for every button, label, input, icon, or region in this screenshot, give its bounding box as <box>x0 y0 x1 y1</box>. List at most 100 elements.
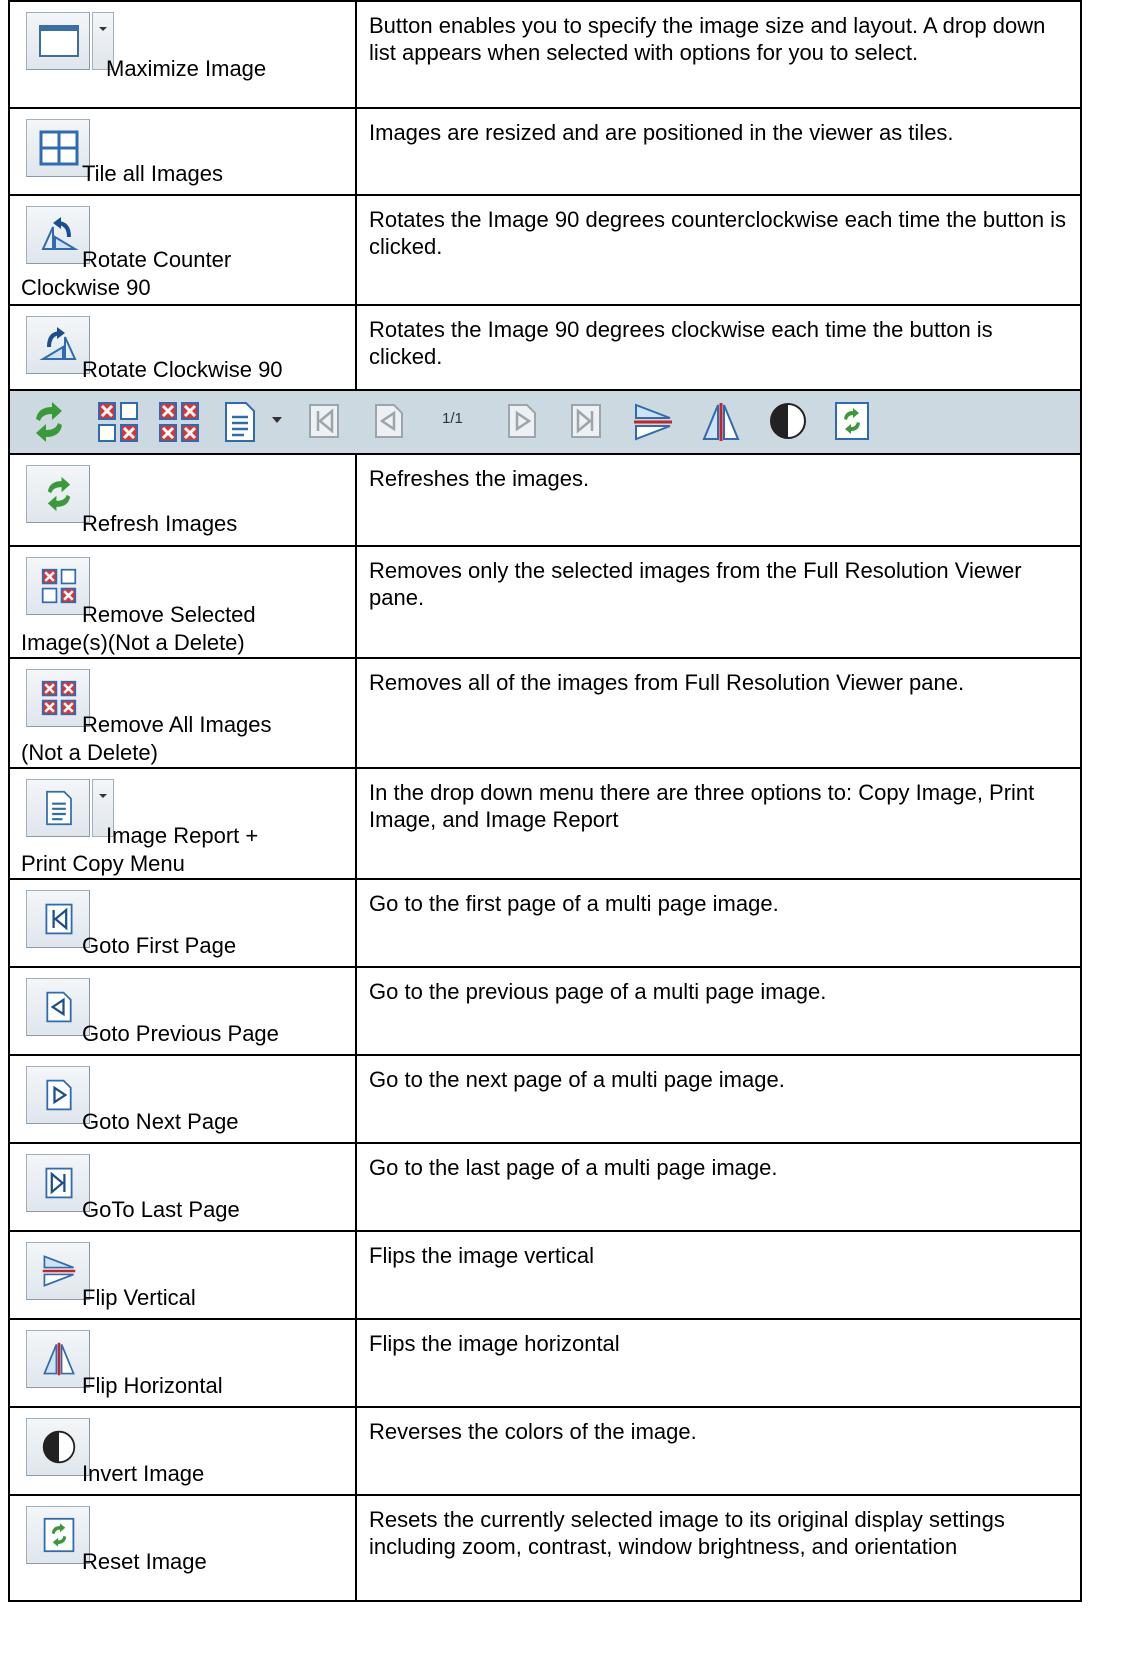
first-page-icon[interactable] <box>308 401 340 441</box>
toolbar: 1/1 <box>10 391 1080 455</box>
maximize-icon <box>26 12 90 70</box>
label-cell: Goto Previous Page <box>10 968 357 1054</box>
row-description: Flips the image horizontal <box>369 1331 620 1356</box>
row-description: Go to the previous page of a multi page … <box>369 979 827 1004</box>
rotate-ccw-icon <box>26 206 90 264</box>
remove-all-icon[interactable] <box>158 401 200 443</box>
row-description: Flips the image vertical <box>369 1243 594 1268</box>
row-label-line2: Print Copy Menu <box>21 851 185 876</box>
row-label: Goto First Page <box>82 933 237 958</box>
page-indicator: 1/1 <box>442 410 463 427</box>
row-description: Resets the currently selected image to i… <box>369 1507 1005 1559</box>
table-row-remove-all: Remove All Images (Not a Delete) Removes… <box>10 659 1080 769</box>
row-description: Rotates the Image 90 degrees countercloc… <box>369 207 1067 259</box>
row-label: Reset Image <box>82 1549 207 1574</box>
row-label: Flip Horizontal <box>82 1373 223 1398</box>
last-page-icon[interactable] <box>570 401 602 441</box>
label-cell: Remove Selected Image(s)(Not a Delete) <box>10 547 357 657</box>
row-label: GoTo Last Page <box>82 1197 240 1222</box>
label-cell: Tile all Images <box>10 109 357 194</box>
row-description: Go to the last page of a multi page imag… <box>369 1155 778 1180</box>
label-cell: Goto First Page <box>10 880 357 966</box>
label-cell: Flip Horizontal <box>10 1320 357 1406</box>
row-label: Remove Selected <box>82 602 256 627</box>
refresh-icon[interactable] <box>28 401 70 443</box>
flip-horizontal-icon <box>26 1330 90 1388</box>
row-description: Images are resized and are positioned in… <box>369 120 954 145</box>
row-label-line2: (Not a Delete) <box>21 740 158 765</box>
row-label: Image Report + <box>106 823 259 848</box>
rotate-cw-icon <box>26 316 90 374</box>
next-page-icon <box>26 1066 90 1124</box>
row-label: Invert Image <box>82 1461 205 1486</box>
help-table: Maximize Image Button enables you to spe… <box>8 0 1082 1602</box>
row-label: Rotate Counter <box>82 247 232 272</box>
row-description: Go to the next page of a multi page imag… <box>369 1067 785 1092</box>
first-page-icon <box>26 890 90 948</box>
previous-page-icon <box>26 978 90 1036</box>
row-label: Goto Previous Page <box>82 1021 279 1046</box>
flip-vertical-icon[interactable] <box>632 401 674 443</box>
label-cell: Refresh Images <box>10 455 357 545</box>
row-label: Remove All Images <box>82 712 272 737</box>
row-label: Rotate Clockwise 90 <box>82 357 283 382</box>
label-cell: Remove All Images (Not a Delete) <box>10 659 357 767</box>
refresh-icon <box>26 465 90 523</box>
table-row-next-page: Goto Next Page Go to the next page of a … <box>10 1056 1080 1144</box>
table-row-refresh: Refresh Images Refreshes the images. <box>10 455 1080 547</box>
row-label: Maximize Image <box>106 56 267 81</box>
row-description: Go to the first page of a multi page ima… <box>369 891 779 916</box>
label-cell: Maximize Image <box>10 2 357 107</box>
table-row-reset: Reset Image Resets the currently selecte… <box>10 1496 1080 1602</box>
last-page-icon <box>26 1154 90 1212</box>
remove-selected-icon[interactable] <box>97 401 139 443</box>
reset-icon[interactable] <box>834 401 870 441</box>
table-row-image-report: Image Report + Print Copy Menu In the dr… <box>10 769 1080 880</box>
table-row-first-page: Goto First Page Go to the first page of … <box>10 880 1080 968</box>
table-row-remove-selected: Remove Selected Image(s)(Not a Delete) R… <box>10 547 1080 659</box>
invert-icon <box>26 1418 90 1476</box>
label-cell: Invert Image <box>10 1408 357 1494</box>
row-description: Refreshes the images. <box>369 466 590 491</box>
label-cell: Image Report + Print Copy Menu <box>10 769 357 878</box>
row-label-line2: Clockwise 90 <box>21 275 151 300</box>
row-description: Reverses the colors of the image. <box>369 1419 697 1444</box>
table-row-last-page: GoTo Last Page Go to the last page of a … <box>10 1144 1080 1232</box>
row-label: Refresh Images <box>82 511 238 536</box>
row-description: Rotates the Image 90 degrees clockwise e… <box>369 317 993 369</box>
report-icon <box>26 779 90 837</box>
row-description: Button enables you to specify the image … <box>369 13 1046 65</box>
label-cell: Flip Vertical <box>10 1232 357 1318</box>
next-page-icon[interactable] <box>507 401 537 441</box>
report-icon[interactable] <box>222 401 258 443</box>
dropdown-arrow-icon[interactable] <box>272 417 282 425</box>
table-row-maximize: Maximize Image Button enables you to spe… <box>10 0 1080 109</box>
label-cell: Reset Image <box>10 1496 357 1600</box>
tile-icon <box>26 119 90 177</box>
label-cell: Goto Next Page <box>10 1056 357 1142</box>
table-row-flip-vertical: Flip Vertical Flips the image vertical <box>10 1232 1080 1320</box>
label-cell: GoTo Last Page <box>10 1144 357 1230</box>
table-row-tile: Tile all Images Images are resized and a… <box>10 109 1080 196</box>
row-description: Removes all of the images from Full Reso… <box>369 670 965 695</box>
label-cell: Rotate Clockwise 90 <box>10 306 357 389</box>
label-cell: Rotate Counter Clockwise 90 <box>10 196 357 304</box>
row-description: Removes only the selected images from th… <box>369 558 1022 610</box>
row-label: Goto Next Page <box>82 1109 239 1134</box>
remove-all-icon <box>26 669 90 727</box>
row-label: Tile all Images <box>82 161 224 186</box>
flip-vertical-icon <box>26 1242 90 1300</box>
table-row-rotate-cw: Rotate Clockwise 90 Rotates the Image 90… <box>10 306 1080 391</box>
previous-page-icon[interactable] <box>374 401 404 441</box>
row-label-line2: Image(s)(Not a Delete) <box>21 630 245 655</box>
table-row-previous-page: Goto Previous Page Go to the previous pa… <box>10 968 1080 1056</box>
flip-horizontal-icon[interactable] <box>700 401 742 443</box>
row-label: Flip Vertical <box>82 1285 196 1310</box>
table-row-invert: Invert Image Reverses the colors of the … <box>10 1408 1080 1496</box>
invert-icon[interactable] <box>768 401 808 441</box>
table-row-flip-horizontal: Flip Horizontal Flips the image horizont… <box>10 1320 1080 1408</box>
table-row-rotate-ccw: Rotate Counter Clockwise 90 Rotates the … <box>10 196 1080 306</box>
remove-selected-icon <box>26 557 90 615</box>
reset-icon <box>26 1506 90 1564</box>
row-description: In the drop down menu there are three op… <box>369 780 1035 832</box>
